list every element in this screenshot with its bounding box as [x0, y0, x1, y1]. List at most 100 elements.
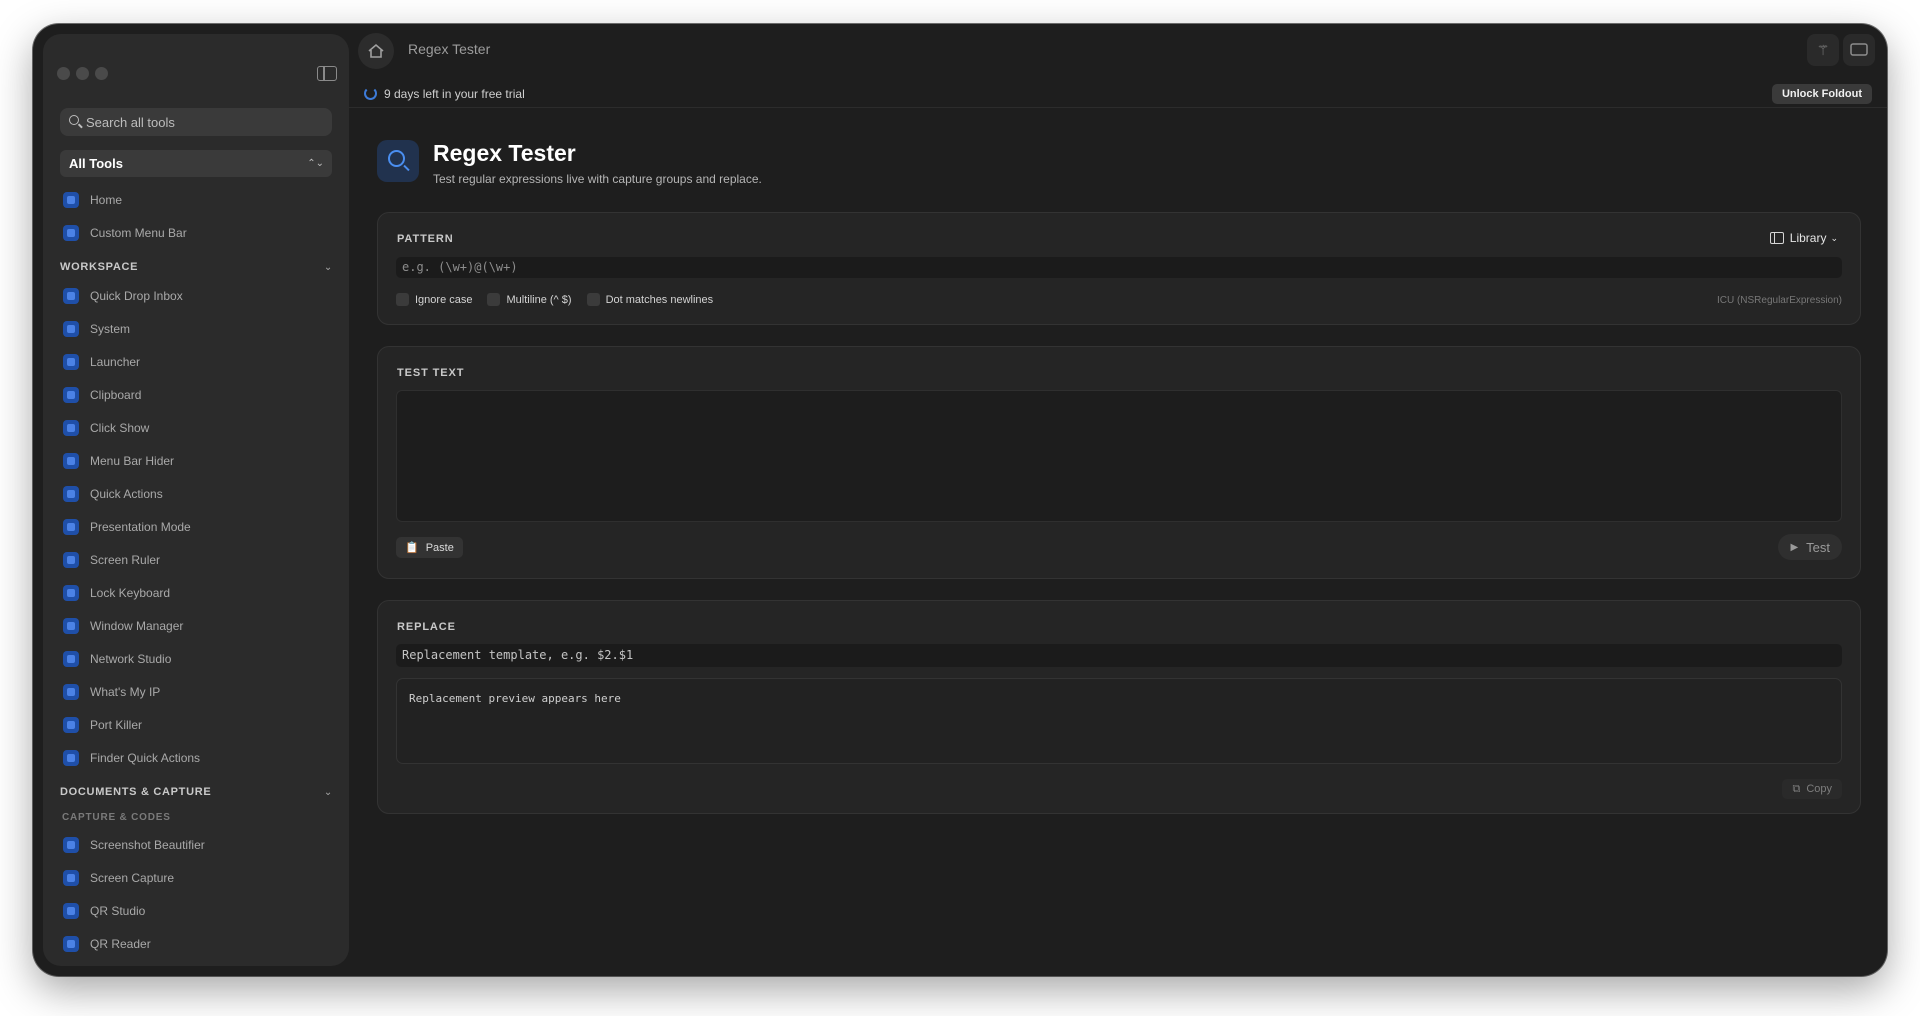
- sidebar-item-clipboard[interactable]: Clipboard: [57, 378, 337, 411]
- cast-icon: [1850, 43, 1868, 56]
- sidebar: Search all tools All Tools ⌃⌄ Home Custom…: [43, 34, 349, 966]
- sidebar-item-label: Menu Bar Hider: [90, 453, 175, 468]
- pattern-placeholder: e.g. (\w+)@(\w+): [402, 260, 518, 274]
- sidebar-section-header[interactable]: DOCUMENTS & CAPTURE ⌄: [57, 780, 337, 804]
- sidebar-item-label: Screen Ruler: [90, 552, 161, 567]
- sidebar-item-qr-studio[interactable]: QR Studio: [57, 894, 337, 927]
- minimize-window-button[interactable]: [76, 67, 89, 80]
- paste-button[interactable]: 📋 Paste: [396, 537, 463, 558]
- sidebar-item-finder-quick-actions[interactable]: Finder Quick Actions: [57, 741, 337, 774]
- finder-icon: [63, 749, 79, 766]
- search-input[interactable]: Search all tools: [60, 108, 332, 136]
- dotall-label: Dot matches newlines: [605, 293, 714, 306]
- chevron-updown-icon: ⌃⌄: [307, 158, 324, 169]
- sidebar-item-quick-actions[interactable]: Quick Actions: [57, 477, 337, 510]
- sidebar-item-screen-ruler[interactable]: Screen Ruler: [57, 543, 337, 576]
- sidebar-item-window-manager[interactable]: Window Manager: [57, 609, 337, 642]
- sidebar-item-network-studio[interactable]: Network Studio: [57, 642, 337, 675]
- ignore-case-checkbox[interactable]: [396, 293, 409, 306]
- play-icon: ▶: [1790, 541, 1799, 553]
- replacement-placeholder: Replacement template, e.g. $2.$1: [402, 648, 634, 662]
- section-title: DOCUMENTS & CAPTURE: [60, 786, 212, 798]
- sidebar-item-lock-keyboard[interactable]: Lock Keyboard: [57, 576, 337, 609]
- sidebar-item-label: Port Killer: [90, 717, 143, 732]
- sidebar-item-label: Clipboard: [90, 387, 142, 402]
- sidebar-item-port-killer[interactable]: Port Killer: [57, 708, 337, 741]
- tool-filter-select[interactable]: All Tools ⌃⌄: [60, 150, 332, 177]
- menu-bar-hider-icon: [63, 452, 79, 469]
- sidebar-item-label: Screenshot Beautifier: [90, 837, 205, 852]
- section-title: WORKSPACE: [60, 261, 139, 273]
- sidebar-toggle-icon[interactable]: [317, 66, 337, 81]
- sidebar-item-label: Network Studio: [90, 651, 172, 666]
- sidebar-item-system[interactable]: System: [57, 312, 337, 345]
- pattern-input[interactable]: e.g. (\w+)@(\w+): [396, 257, 1842, 278]
- sidebar-item-screen-capture[interactable]: Screen Capture: [57, 861, 337, 894]
- trial-text: 9 days left in your free trial: [384, 87, 525, 101]
- chevron-down-icon: ⌄: [323, 261, 333, 273]
- close-window-button[interactable]: [57, 67, 70, 80]
- ignore-case-option[interactable]: Ignore case: [396, 293, 472, 306]
- sidebar-item-label: Click Show: [90, 420, 150, 435]
- capture-icon: [63, 869, 79, 886]
- qr-icon: [63, 902, 79, 919]
- sidebar-item-click-show[interactable]: Click Show: [57, 411, 337, 444]
- paste-label: Paste: [425, 541, 454, 554]
- sidebar-item-launcher[interactable]: Launcher: [57, 345, 337, 378]
- home-button[interactable]: [358, 33, 394, 69]
- dotall-option[interactable]: Dot matches newlines: [586, 293, 714, 306]
- window-icon: [63, 617, 79, 634]
- pattern-options: Ignore case Multiline (^ $) Dot matches …: [396, 293, 728, 306]
- zoom-window-button[interactable]: [95, 67, 108, 80]
- library-button[interactable]: Library ⌄: [1769, 231, 1838, 245]
- page-subtitle: Test regular expressions live with captu…: [433, 172, 762, 186]
- home-icon: [368, 43, 384, 58]
- copy-button[interactable]: ⧉ Copy: [1782, 779, 1842, 799]
- sidebar-item-presentation-mode[interactable]: Presentation Mode: [57, 510, 337, 543]
- qr-reader-icon: [63, 935, 79, 952]
- paste-icon: 📋: [405, 542, 419, 554]
- quick-actions-icon: [63, 485, 79, 502]
- replacement-input[interactable]: Replacement template, e.g. $2.$1: [396, 644, 1842, 667]
- test-button[interactable]: ▶ Test: [1778, 534, 1842, 560]
- magic-wand-icon: ⚚: [1816, 41, 1830, 58]
- clipboard-icon: [63, 386, 79, 403]
- test-text-area[interactable]: [396, 390, 1842, 522]
- sidebar-item-custom-menu-bar[interactable]: Custom Menu Bar: [57, 216, 337, 249]
- cast-button[interactable]: [1843, 34, 1875, 66]
- inbox-icon: [63, 287, 79, 304]
- sidebar-item-label: Window Manager: [90, 618, 184, 633]
- sidebar-item-screenshot-beautifier[interactable]: Screenshot Beautifier: [57, 828, 337, 861]
- sidebar-item-menu-bar-hider[interactable]: Menu Bar Hider: [57, 444, 337, 477]
- sidebar-item-ocr-studio[interactable]: OCR Studio: [57, 960, 337, 966]
- sidebar-item-home[interactable]: Home: [57, 183, 337, 216]
- library-label: Library: [1789, 231, 1827, 245]
- ruler-icon: [63, 551, 79, 568]
- home-icon: [63, 191, 79, 208]
- window-title: Regex Tester: [408, 41, 491, 57]
- sidebar-item-label: Presentation Mode: [90, 519, 191, 534]
- sidebar-item-label: Home: [90, 192, 123, 207]
- sidebar-item-what-s-my-ip[interactable]: What's My IP: [57, 675, 337, 708]
- sidebar-section-header[interactable]: WORKSPACE ⌄: [57, 255, 337, 279]
- command-icon: [63, 353, 79, 370]
- regex-search-icon: [377, 140, 419, 182]
- sidebar-item-qr-reader[interactable]: QR Reader: [57, 927, 337, 960]
- library-icon: [1769, 232, 1784, 244]
- app-window: Search all tools All Tools ⌃⌄ Home Custom…: [33, 24, 1887, 976]
- chevron-down-icon: ⌄: [323, 786, 333, 798]
- multiline-checkbox[interactable]: [487, 293, 501, 306]
- copy-icon: ⧉: [1792, 782, 1801, 795]
- globe-icon: [63, 683, 79, 700]
- timer-icon: [364, 87, 377, 100]
- dotall-checkbox[interactable]: [586, 293, 600, 306]
- multiline-option[interactable]: Multiline (^ $): [487, 293, 572, 306]
- unlock-button[interactable]: Unlock Foldout: [1771, 84, 1872, 104]
- regex-engine-label: ICU (NSRegularExpression): [1716, 295, 1842, 306]
- chevron-down-icon: ⌄: [1830, 232, 1838, 243]
- sidebar-item-quick-drop-inbox[interactable]: Quick Drop Inbox: [57, 279, 337, 312]
- magic-wand-button[interactable]: ⚚: [1807, 34, 1839, 66]
- click-icon: [63, 419, 79, 436]
- test-label: Test: [1806, 539, 1830, 555]
- menu-bar-icon: [63, 224, 79, 241]
